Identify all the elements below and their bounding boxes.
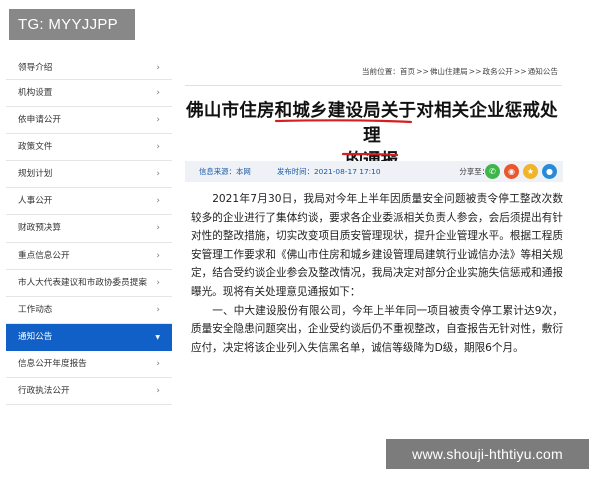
- watermark-bottom: www.shouji-hthtiyu.com: [386, 439, 589, 469]
- sidebar-item-label: 领导介绍: [18, 63, 53, 73]
- publish-date: 发布时间：2021-08-17 17:10: [277, 167, 381, 176]
- sidebar-item-label: 依申请公开: [18, 115, 61, 126]
- sidebar-item-label: 行政执法公开: [18, 386, 70, 397]
- paragraph-1: 2021年7月30日，我局对今年上半年因质量安全问题被责令停工整改次数较多的企业…: [191, 193, 563, 298]
- sidebar-item-label: 机构设置: [18, 88, 53, 98]
- sidebar-item-label: 市人大代表建议和市政协委员提案: [18, 277, 147, 288]
- breadcrumb-link[interactable]: 首页: [400, 67, 415, 76]
- breadcrumb-separator: >>: [468, 67, 482, 76]
- title-line-1: 佛山市住房和城乡建设局关于对相关企业惩戒处理: [186, 101, 558, 146]
- sidebar-item-label: 规划计划: [18, 169, 53, 180]
- sidebar-item[interactable]: 重点信息公开 ›: [6, 243, 172, 270]
- breadcrumb: 当前位置：首页>>佛山住建局>>政务公开>>通知公告: [362, 66, 558, 77]
- breadcrumb-divider: [185, 85, 562, 86]
- chevron-right-icon: ›: [156, 142, 160, 153]
- chevron-right-icon: ›: [156, 88, 160, 98]
- sidebar-item-label: 通知公告: [18, 331, 53, 342]
- sidebar-item-label: 政策文件: [18, 142, 53, 153]
- breadcrumb-link[interactable]: 佛山住建局: [430, 67, 468, 76]
- breadcrumb-separator: >>: [513, 67, 527, 76]
- sidebar-item[interactable]: 领导介绍 ›: [6, 58, 172, 80]
- chevron-right-icon: ›: [156, 358, 160, 369]
- sidebar-item[interactable]: 通知公告 ▼: [6, 323, 172, 351]
- article-meta-bar: 信息来源：本网 发布时间：2021-08-17 17:10 分享至： ✆ ◉ ★ ●: [185, 161, 563, 182]
- chevron-right-icon: ›: [156, 250, 160, 261]
- qzone-icon[interactable]: ★: [523, 164, 538, 179]
- watermark-top: TG: MYYJJPP: [9, 9, 135, 40]
- breadcrumb-prefix: 当前位置：: [361, 67, 400, 76]
- chevron-right-icon: ›: [156, 169, 160, 180]
- sidebar-item[interactable]: 工作动态 ›: [6, 297, 172, 324]
- info-source: 信息来源：本网: [199, 167, 251, 176]
- sidebar-item[interactable]: 行政执法公开 ›: [6, 378, 172, 406]
- sidebar-item-label: 工作动态: [18, 304, 53, 315]
- sidebar-item[interactable]: 规划计划 ›: [6, 161, 172, 189]
- weibo-icon[interactable]: ◉: [504, 164, 519, 179]
- chevron-right-icon: ›: [156, 63, 160, 73]
- wechat-icon[interactable]: ✆: [485, 164, 500, 179]
- article-body: 2021年7月30日，我局对今年上半年因质量安全问题被责令停工整改次数较多的企业…: [191, 190, 563, 357]
- sidebar-item[interactable]: 信息公开年度报告 ›: [6, 351, 172, 379]
- breadcrumb-link[interactable]: 通知公告: [528, 67, 558, 76]
- chevron-right-icon: ›: [156, 304, 160, 315]
- sidebar-item[interactable]: 市人大代表建议和市政协委员提案 ›: [6, 270, 172, 297]
- sidebar-item[interactable]: 依申请公开 ›: [6, 107, 172, 135]
- breadcrumb-separator: >>: [416, 67, 429, 76]
- sidebar-item-label: 人事公开: [18, 196, 53, 207]
- sidebar-item[interactable]: 人事公开 ›: [6, 188, 172, 216]
- sidebar-nav: 领导介绍 › 机构设置 › 依申请公开 › 政策文件 › 规划计划 › 人事公开 › 财政预决算 › 重点信…: [6, 58, 172, 416]
- share-icons: ✆ ◉ ★ ●: [485, 164, 557, 179]
- caret-down-icon: ▼: [155, 333, 160, 341]
- chevron-right-icon: ›: [156, 223, 160, 234]
- chevron-right-icon: ›: [156, 277, 160, 288]
- sidebar-item-label: 信息公开年度报告: [18, 358, 87, 369]
- sidebar-item-label: 财政预决算: [18, 223, 61, 234]
- sidebar-item[interactable]: 政策文件 ›: [6, 134, 172, 162]
- chevron-right-icon: ›: [156, 115, 160, 126]
- article-area: 当前位置：首页>>佛山住建局>>政务公开>>通知公告 佛山市住房和城乡建设局关于…: [183, 58, 594, 416]
- tencent-weibo-icon[interactable]: ●: [542, 164, 557, 179]
- breadcrumb-link[interactable]: 政务公开: [483, 67, 513, 76]
- chevron-right-icon: ›: [156, 196, 160, 207]
- sidebar-item[interactable]: 财政预决算 ›: [6, 215, 172, 243]
- sidebar-item-label: 重点信息公开: [18, 250, 70, 261]
- paragraph-2: 一、中大建设股份有限公司，今年上半年同一项目被责令停工累计达9次，质量安全隐患问…: [191, 304, 563, 354]
- sidebar-item[interactable]: 机构设置 ›: [6, 80, 172, 108]
- chevron-right-icon: ›: [156, 386, 160, 397]
